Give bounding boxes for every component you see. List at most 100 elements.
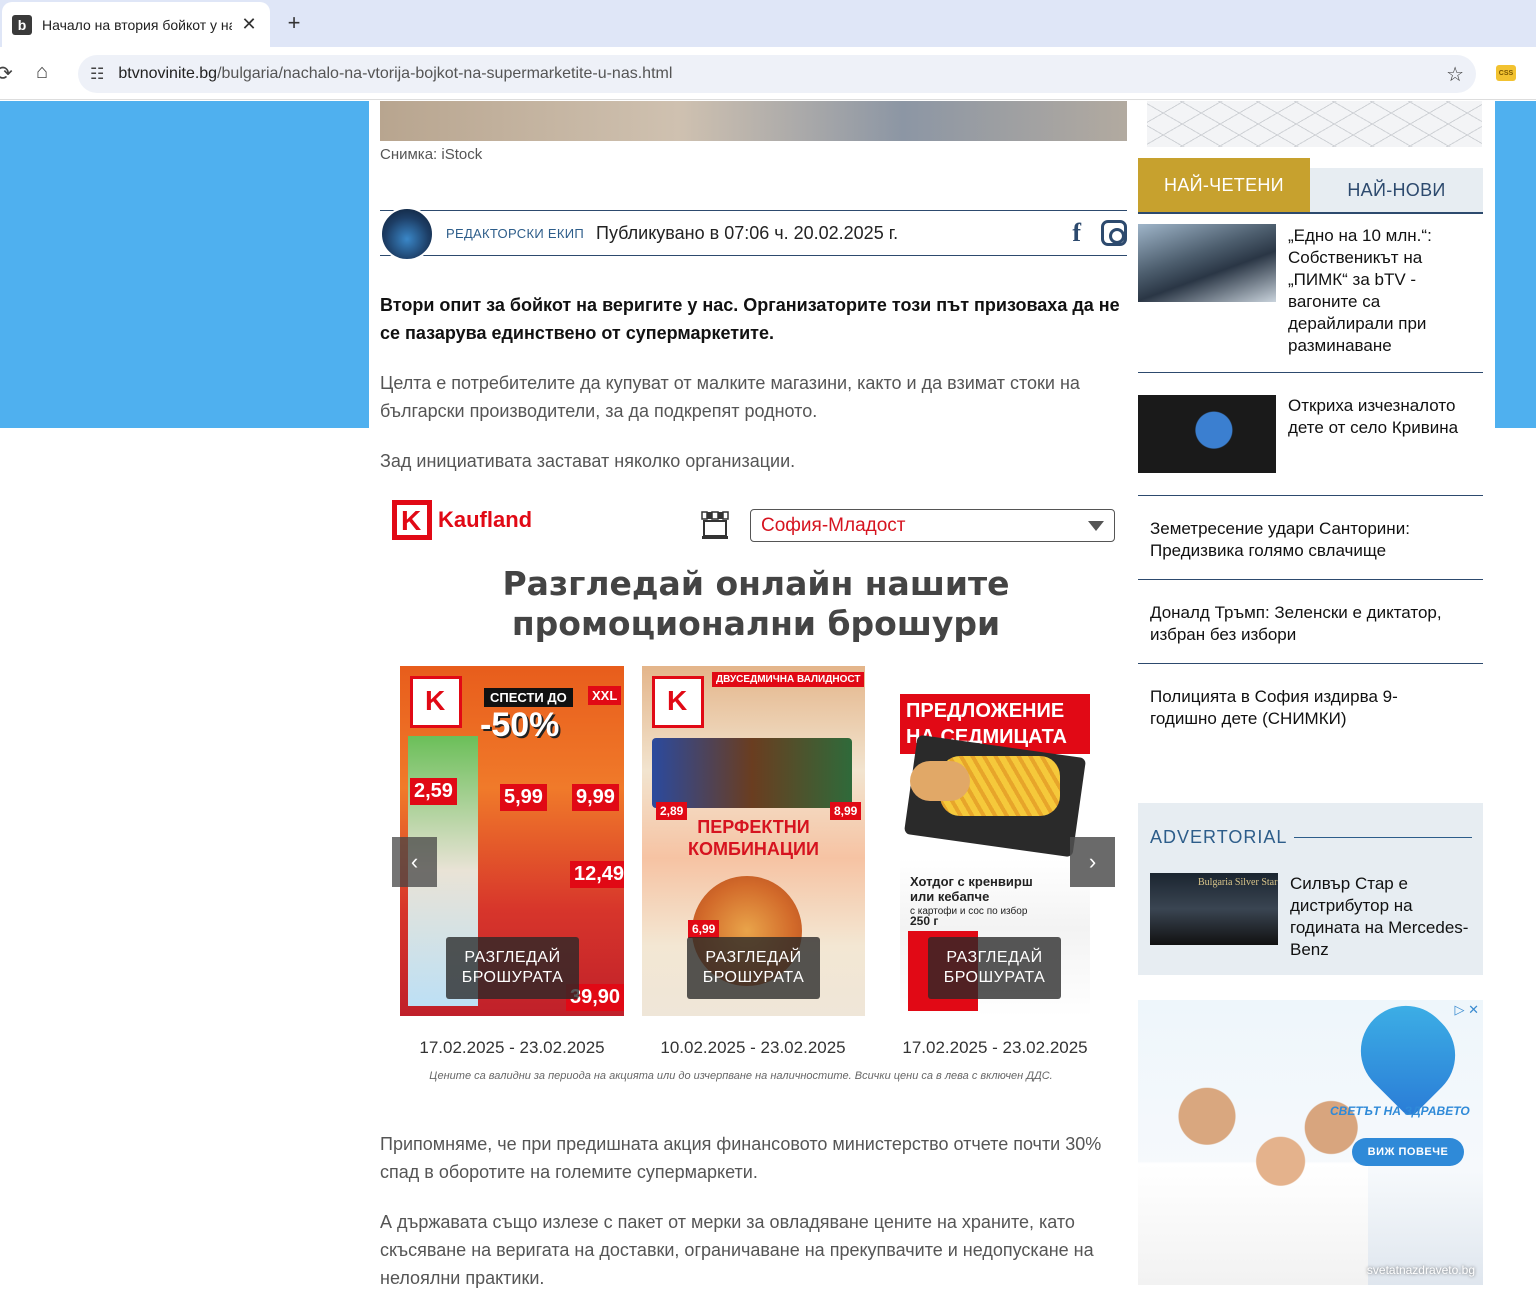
reload-icon[interactable]: ⟳ <box>0 61 13 86</box>
ad-brand: СВЕТЪТ НА ЗДРАВЕТО <box>1330 1104 1470 1118</box>
kaufland-logo-icon <box>652 676 704 728</box>
store-select[interactable]: София-Младост <box>750 509 1115 542</box>
url-host: btvnovinite.bg <box>118 65 218 82</box>
news-thumbnail <box>1138 224 1276 302</box>
chevron-down-icon <box>1088 520 1104 531</box>
ad-site-url: svetatnazdraveto.bg <box>1366 1263 1475 1277</box>
advertorial-title: Силвър Стар е дистрибутор на годината на… <box>1290 874 1469 959</box>
brochure-tag: СПЕСТИ ДО <box>484 688 573 707</box>
author-avatar[interactable] <box>380 207 434 261</box>
view-brochure-label: БРОШУРАТА <box>702 969 805 986</box>
kaufland-logo-icon <box>410 676 462 728</box>
display-ad[interactable]: ▷ ✕ СВЕТЪТ НА ЗДРАВЕТО ВИЖ ПОВЕЧЕ svetat… <box>1138 1000 1483 1285</box>
sidebar-news-item[interactable]: „Едно на 10 млн.“: Собственикът на „ПИМК… <box>1138 214 1483 373</box>
instagram-icon[interactable] <box>1101 220 1127 246</box>
brochure-price: 5,99 <box>500 784 547 811</box>
bookmark-star-icon[interactable]: ☆ <box>1446 62 1464 87</box>
facebook-icon[interactable]: f <box>1072 218 1081 248</box>
photo-caption: Снимка: iStock <box>380 146 483 163</box>
news-thumbnail <box>1138 395 1276 473</box>
brochure-hotdog-image <box>910 761 970 801</box>
site-favicon-icon: b <box>12 14 32 35</box>
new-tab-plus-icon[interactable]: + <box>282 10 306 36</box>
tab-most-read[interactable]: НАЙ-ЧЕТЕНИ <box>1138 158 1310 212</box>
page-background-left <box>0 101 369 428</box>
view-brochure-button[interactable]: РАЗГЛЕДАЙ БРОШУРАТА <box>687 937 820 999</box>
brochure-dates: 10.02.2025 - 23.02.2025 <box>660 1038 846 1057</box>
brochure-badge: XXL <box>588 686 622 705</box>
article-paragraph: Зад инициативата застават няколко органи… <box>380 451 796 471</box>
news-title: Полицията в София издирва 9-годишно дете… <box>1150 687 1398 728</box>
brochures-heading: Разгледай онлайн нашите промоционални бр… <box>380 564 1132 644</box>
url-omnibox[interactable]: ☷ btvnovinite.bg/bulgaria/nachalo-na-vto… <box>78 55 1476 93</box>
news-title: Доналд Тръмп: Зеленски е диктатор, избра… <box>1150 603 1442 644</box>
sidebar-news-item[interactable]: Доналд Тръмп: Зеленски е диктатор, избра… <box>1138 580 1483 664</box>
address-bar-row: ⟳ ⌂ ☷ btvnovinite.bg/bulgaria/nachalo-na… <box>0 47 1536 100</box>
kaufland-logo-mark-icon <box>392 500 432 540</box>
brochure-price: 9,99 <box>572 784 619 811</box>
sidebar-news-item[interactable]: Полицията в София издирва 9-годишно дете… <box>1138 664 1483 748</box>
tab-latest[interactable]: НАЙ-НОВИ <box>1310 168 1483 212</box>
view-brochure-button[interactable]: РАЗГЛЕДАЙ БРОШУРАТА <box>446 937 579 999</box>
article-lead: Втори опит за бойкот на веригите у нас. … <box>380 295 1120 343</box>
sidebar-news-item[interactable]: Откриха изчезналото дете от село Кривина <box>1138 373 1483 496</box>
url-path: /bulgaria/nachalo-na-vtorija-bojkot-na-s… <box>217 65 673 82</box>
author-name[interactable]: РЕДАКТОРСКИ ЕКИП <box>446 226 584 241</box>
ad-cta-button[interactable]: ВИЖ ПОВЕЧЕ <box>1352 1138 1464 1166</box>
sidebar-pattern-banner <box>1147 101 1482 147</box>
tab-title: Начало на втория бойкот у нас <box>42 16 232 33</box>
article-hero-image <box>380 101 1127 141</box>
brochure-description-line: Хотдог с кренвирш <box>910 874 1033 889</box>
brochure-price: 6,99 <box>688 920 720 938</box>
brochure-disclaimer: Цените са валидни за периода на акцията … <box>429 1070 1053 1082</box>
store-icon <box>701 511 729 539</box>
view-brochure-label: РАЗГЛЕДАЙ <box>946 949 1043 966</box>
view-brochure-label: БРОШУРАТА <box>461 969 564 986</box>
ad-choices-close-icon[interactable]: ▷ ✕ <box>1454 1002 1479 1018</box>
site-info-icon[interactable]: ☷ <box>90 64 104 84</box>
url-text[interactable]: btvnovinite.bg/bulgaria/nachalo-na-vtori… <box>118 65 672 83</box>
brochure-price: 12,49 <box>570 861 624 888</box>
view-brochure-label: РАЗГЛЕДАЙ <box>464 949 561 966</box>
css-extension-icon[interactable]: CSS <box>1496 65 1516 81</box>
brochure-product-image <box>652 738 852 808</box>
browser-tab[interactable]: b Начало на втория бойкот у нас ✕ <box>2 2 270 47</box>
brochure-price: 2,59 <box>410 778 457 805</box>
brochure-price: 8,99 <box>830 802 862 820</box>
brochure-dates: 17.02.2025 - 23.02.2025 <box>419 1038 605 1057</box>
brochure-mid-headline: ПЕРФЕКТНИ КОМБИНАЦИИ <box>688 817 819 859</box>
news-title: Земетресение удари Санторини: Предизвика… <box>1150 519 1410 560</box>
brochure-dates: 17.02.2025 - 23.02.2025 <box>902 1038 1088 1057</box>
brochure-headline: -50% <box>480 706 560 744</box>
kaufland-logo[interactable]: Kaufland <box>392 500 532 540</box>
brochure-weight: 250 г <box>910 914 939 928</box>
sidebar-news-item[interactable]: Земетресение удари Санторини: Предизвика… <box>1138 496 1483 580</box>
news-title: „Едно на 10 млн.“: Собственикът на „ПИМК… <box>1288 226 1432 355</box>
advertorial-box[interactable]: ADVERTORIAL Bulgaria Silver Star Силвър … <box>1138 803 1483 975</box>
view-brochure-button[interactable]: РАЗГЛЕДАЙ БРОШУРАТА <box>928 937 1061 999</box>
view-brochure-label: РАЗГЛЕДАЙ <box>705 949 802 966</box>
brochure-description-line: или кебапче <box>910 889 990 904</box>
brochure-price: 2,89 <box>656 802 688 820</box>
article-meta: РЕДАКТОРСКИ ЕКИП Публикувано в 07:06 ч. … <box>380 207 1127 261</box>
published-date: Публикувано в 07:06 ч. 20.02.2025 г. <box>596 222 899 243</box>
browser-tab-bar: b Начало на втория бойкот у нас ✕ + <box>0 0 1536 47</box>
home-icon[interactable]: ⌂ <box>36 61 48 84</box>
advertorial-thumbnail: Bulgaria Silver Star <box>1150 873 1278 945</box>
tab-close-icon[interactable]: ✕ <box>238 14 260 35</box>
carousel-next-chevron-right-icon[interactable]: › <box>1070 837 1115 887</box>
brochures-heading-line: Разгледай онлайн нашите <box>502 564 1010 603</box>
news-title: Откриха изчезналото дете от село Кривина <box>1288 396 1459 437</box>
kaufland-brand-name: Kaufland <box>438 507 533 532</box>
advertorial-divider <box>1294 837 1472 838</box>
brochure-banner: ДВУСЕДМИЧНА ВАЛИДНОСТ <box>712 672 865 687</box>
ad-family-image <box>1138 1060 1368 1285</box>
article-paragraph: Целта е потребителите да купуват от малк… <box>380 373 1080 421</box>
brochures-heading-line: промоционални брошури <box>511 604 1001 643</box>
brochure-description: Хотдог с кренвирш или кебапче с картофи … <box>910 874 1033 919</box>
carousel-prev-chevron-left-icon[interactable]: ‹ <box>392 837 437 887</box>
advertorial-thumb-text: Bulgaria Silver Star <box>1198 877 1278 888</box>
view-brochure-label: БРОШУРАТА <box>943 969 1046 986</box>
advertorial-label: ADVERTORIAL <box>1150 827 1288 847</box>
store-select-value: София-Младост <box>761 514 906 536</box>
